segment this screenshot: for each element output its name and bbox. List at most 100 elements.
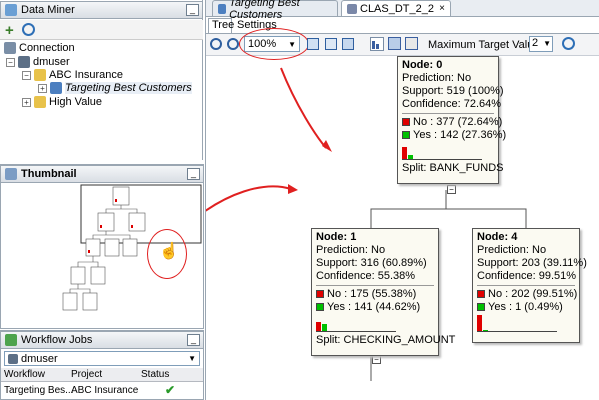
node-confidence: Confidence: 55.38% — [316, 270, 416, 282]
workflow-icon — [50, 82, 62, 94]
tree-connection[interactable]: Connection — [4, 42, 75, 54]
workflow-jobs-title: Workflow Jobs — [21, 334, 93, 346]
col-status[interactable]: Status — [141, 369, 169, 380]
fit-to-window-icon[interactable] — [307, 38, 319, 50]
connection-select[interactable]: dmuser ▼ — [4, 351, 200, 366]
tab-clas-dt[interactable]: CLAS_DT_2_2 × — [341, 0, 451, 16]
expand-toggle[interactable]: + — [22, 97, 31, 107]
model-icon — [347, 3, 357, 14]
connection-icon — [4, 42, 16, 54]
col-workflow[interactable]: Workflow — [4, 369, 45, 380]
yes-swatch — [316, 303, 324, 312]
node-support: Support: 203 (39.11%) — [477, 257, 587, 269]
tree-project-label: ABC Insurance — [49, 69, 123, 81]
node-histogram — [402, 142, 482, 160]
split-toggle[interactable]: − — [447, 185, 456, 194]
connection-select-value: dmuser — [21, 352, 58, 365]
col-project[interactable]: Project — [71, 369, 102, 380]
node-histogram — [316, 314, 396, 332]
node-no-row: No : 202 (99.51%) — [477, 288, 578, 301]
node-no: No : 377 (72.64%) — [413, 116, 503, 128]
database-icon — [18, 56, 30, 68]
no-bar — [316, 322, 321, 331]
data-miner-title: Data Miner — [21, 4, 75, 16]
node-no: No : 202 (99.51%) — [488, 288, 578, 300]
tab-targeting-best-customers[interactable]: Targeting Best Customers — [212, 0, 338, 21]
tree-project-2-label: High Value — [49, 96, 102, 108]
no-bar — [402, 147, 407, 159]
thumbnail-title: Thumbnail — [21, 168, 77, 180]
data-miner-panel: Data Miner _ + Connection − dmuser − ABC… — [0, 0, 203, 160]
add-connection-icon[interactable]: + — [5, 22, 14, 39]
node-no-row: No : 377 (72.64%) — [402, 116, 502, 129]
node-confidence: Confidence: 99.51% — [477, 270, 577, 282]
node-separator — [316, 285, 434, 286]
yes-bar — [483, 330, 488, 331]
bar-chart-icon[interactable] — [370, 37, 384, 51]
bar-chart-bar — [372, 41, 375, 49]
tab-label: Targeting Best Customers — [229, 0, 300, 21]
database-icon — [8, 353, 18, 364]
data-miner-title-bar: Data Miner _ — [0, 1, 203, 19]
expand-toggle[interactable]: + — [38, 83, 47, 93]
check-icon: ✔ — [165, 383, 176, 397]
chevron-down-icon: ▼ — [188, 354, 196, 363]
node-yes-row: Yes : 141 (44.62%) — [316, 301, 434, 314]
node-no: No : 175 (55.38%) — [327, 288, 417, 300]
tree-project-2[interactable]: + High Value — [22, 96, 102, 108]
node-prediction: Prediction: No — [477, 244, 547, 256]
no-swatch — [316, 290, 324, 299]
folder-icon — [34, 96, 46, 108]
yes-swatch — [402, 131, 410, 140]
tree-workflow-label: Targeting Best Customers — [65, 82, 192, 94]
annotation-arrowhead — [322, 140, 332, 152]
zoom-in-icon[interactable] — [210, 38, 222, 50]
tree-workflow[interactable]: + Targeting Best Customers — [38, 82, 192, 94]
editor-area: Targeting Best Customers CLAS_DT_2_2 × T… — [205, 0, 599, 400]
no-bar — [477, 315, 482, 331]
node-separator — [477, 285, 575, 286]
refresh-icon[interactable] — [562, 37, 575, 50]
max-target-value: 2 — [532, 37, 539, 49]
subtab-tree[interactable]: Tree — [208, 18, 234, 33]
node-support: Support: 519 (100%) — [402, 85, 504, 97]
node-yes-row: Yes : 142 (27.36%) — [402, 129, 506, 142]
zoom-out-icon[interactable] — [227, 38, 239, 50]
yes-bar — [408, 155, 413, 159]
minimize-button[interactable]: _ — [186, 4, 199, 16]
properties-icon[interactable] — [405, 37, 418, 50]
workflow-jobs-panel: Workflow Jobs _ dmuser ▼ Workflow Projec… — [0, 330, 204, 400]
tree-user[interactable]: − dmuser — [6, 56, 70, 68]
split-toggle[interactable]: − — [372, 355, 381, 364]
expand-all-icon[interactable] — [325, 38, 337, 50]
hand-cursor-icon: ☝ — [159, 243, 179, 260]
row-project: ABC Insurance — [71, 385, 139, 396]
yes-swatch — [477, 303, 485, 312]
bar-chart-bar — [376, 44, 379, 49]
tree-project[interactable]: − ABC Insurance — [22, 69, 123, 81]
node-histogram — [477, 314, 557, 332]
collapse-toggle[interactable]: − — [6, 57, 15, 67]
node-yes: Yes : 142 (27.36%) — [413, 129, 507, 141]
tab-label: CLAS_DT_2_2 — [360, 2, 434, 15]
tree-node-1[interactable]: Node: 1 Prediction: No Support: 316 (60.… — [311, 228, 456, 356]
table-row[interactable]: Targeting Bes... ABC Insurance ✔ — [1, 383, 203, 398]
yes-bar — [322, 324, 327, 331]
workflow-icon — [218, 3, 227, 14]
minimize-button[interactable]: _ — [187, 168, 200, 180]
folder-icon — [34, 69, 46, 81]
close-icon[interactable]: × — [439, 3, 445, 14]
tree-connection-label: Connection — [19, 42, 75, 54]
refresh-icon[interactable] — [22, 23, 35, 36]
max-target-select[interactable]: 2 ▼ — [529, 36, 553, 52]
tree-node-4[interactable]: Node: 4 Prediction: No Support: 203 (39.… — [472, 228, 587, 343]
layout-icon[interactable] — [342, 38, 354, 50]
table-view-icon[interactable] — [388, 37, 401, 50]
tree-node-0[interactable]: Node: 0 Prediction: No Support: 519 (100… — [397, 56, 506, 184]
thumbnail-title-bar: Thumbnail _ — [0, 165, 204, 183]
collapse-toggle[interactable]: − — [22, 70, 31, 80]
node-split: Split: CHECKING_AMOUNT — [316, 334, 456, 346]
row-workflow: Targeting Bes... — [4, 385, 74, 396]
minimize-button[interactable]: _ — [187, 334, 200, 346]
annotation-arrowhead — [288, 184, 298, 194]
